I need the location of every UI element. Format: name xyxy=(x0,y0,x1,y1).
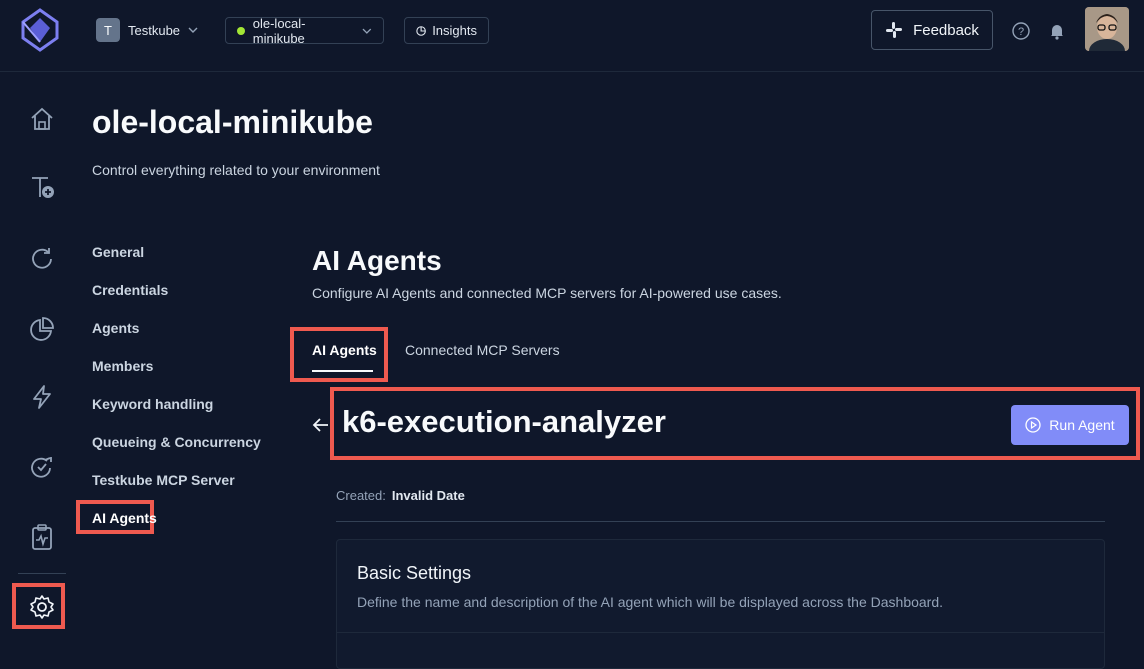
menu-item-agents[interactable]: Agents xyxy=(92,320,139,336)
environment-switcher[interactable]: ole-local-minikube xyxy=(225,15,384,46)
play-circle-icon xyxy=(1025,417,1041,433)
menu-item-ai-agents[interactable]: AI Agents xyxy=(92,510,157,526)
chevron-down-icon xyxy=(188,27,198,33)
menu-item-keyword-handling[interactable]: Keyword handling xyxy=(92,396,213,412)
agent-name: k6-execution-analyzer xyxy=(342,404,666,439)
svg-text:?: ? xyxy=(1018,26,1024,38)
menu-item-queueing-concurrency[interactable]: Queueing & Concurrency xyxy=(92,434,261,450)
menu-item-members[interactable]: Members xyxy=(92,358,153,374)
insights-button[interactable]: Insights xyxy=(404,17,489,44)
created-value: Invalid Date xyxy=(391,488,465,503)
feedback-label: Feedback xyxy=(913,21,979,39)
page-subtitle: Control everything related to your envir… xyxy=(92,162,380,178)
section-subtitle: Configure AI Agents and connected MCP se… xyxy=(312,285,782,301)
page-title: ole-local-minikube xyxy=(92,104,373,140)
organization-switcher[interactable]: T Testkube xyxy=(96,18,198,42)
card-divider xyxy=(337,632,1104,633)
basic-settings-title: Basic Settings xyxy=(357,563,472,583)
user-avatar[interactable] xyxy=(1085,7,1129,51)
menu-item-testkube-mcp-server[interactable]: Testkube MCP Server xyxy=(92,472,235,488)
insights-label: Insights xyxy=(432,23,477,38)
created-label: Created: xyxy=(336,488,386,503)
environment-status-dot xyxy=(237,26,245,35)
basic-settings-card: Basic Settings Define the name and descr… xyxy=(336,539,1105,669)
help-icon[interactable]: ? xyxy=(1011,21,1031,41)
feedback-button[interactable]: Feedback xyxy=(871,10,993,50)
top-bar: T Testkube ole-local-minikube Insights F… xyxy=(0,0,1144,72)
user-photo xyxy=(1085,7,1129,51)
pie-chart-icon[interactable] xyxy=(28,315,56,343)
run-agent-label: Run Agent xyxy=(1049,417,1115,433)
tab-ai-agents[interactable]: AI Agents xyxy=(312,342,377,358)
bell-icon[interactable] xyxy=(1047,21,1067,41)
run-agent-button[interactable]: Run Agent xyxy=(1011,405,1129,445)
menu-item-credentials[interactable]: Credentials xyxy=(92,282,168,298)
add-test-icon[interactable] xyxy=(28,173,56,201)
active-tab-indicator xyxy=(312,370,373,372)
tab-connected-mcp-servers[interactable]: Connected MCP Servers xyxy=(405,342,560,358)
refresh-check-icon[interactable] xyxy=(28,453,56,481)
side-nav xyxy=(0,73,84,657)
bolt-icon[interactable] xyxy=(28,383,56,411)
slack-icon xyxy=(886,22,903,38)
created-info: Created: Invalid Date xyxy=(336,488,465,503)
nav-divider xyxy=(18,573,66,574)
divider xyxy=(336,521,1105,522)
environment-name: ole-local-minikube xyxy=(252,15,306,46)
clipboard-pulse-icon[interactable] xyxy=(28,523,56,551)
org-name: Testkube xyxy=(128,22,181,38)
highlight-settings-icon xyxy=(12,583,65,629)
chevron-down-icon xyxy=(362,28,372,34)
section-title: AI Agents xyxy=(312,245,442,276)
pie-chart-icon xyxy=(416,25,426,36)
back-arrow-icon[interactable] xyxy=(311,415,331,435)
refresh-icon[interactable] xyxy=(28,245,56,273)
home-icon[interactable] xyxy=(28,105,56,133)
testkube-logo[interactable] xyxy=(20,8,60,52)
basic-settings-description: Define the name and description of the A… xyxy=(357,594,944,610)
org-avatar: T xyxy=(96,18,120,42)
menu-item-general[interactable]: General xyxy=(92,244,144,260)
